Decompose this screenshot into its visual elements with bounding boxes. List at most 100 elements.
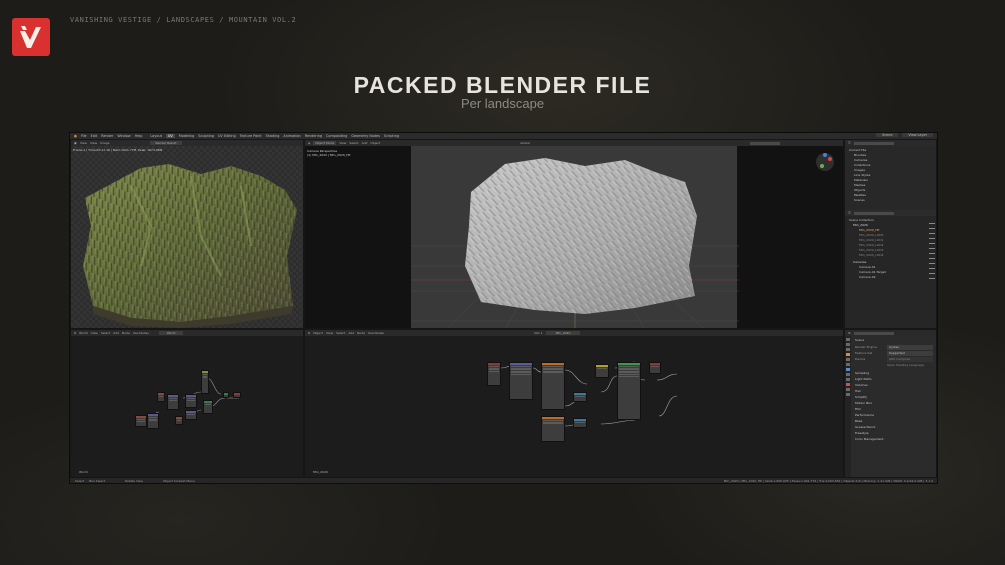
outliner-item[interactable]: Mtn_2020_LOD1 [859, 238, 883, 242]
data-item-images[interactable]: Images [854, 168, 865, 172]
data-item-scenes[interactable]: Scenes [854, 198, 865, 202]
material-node[interactable] [541, 416, 565, 442]
section-simplify[interactable]: Simplify [855, 395, 867, 400]
tab-geometry-nodes[interactable]: Geometry Nodes [351, 134, 380, 138]
world-node[interactable] [203, 400, 213, 414]
scene-collection-label[interactable]: Scene Collection [849, 218, 874, 222]
viewport-editor-type-icon[interactable]: ◈ [308, 141, 310, 145]
viewport-menu-add[interactable]: Add [362, 141, 368, 145]
node-editor-type-icon[interactable]: ⧉ [74, 331, 76, 335]
world-node[interactable] [223, 392, 229, 398]
section-grease-pencil[interactable]: Grease Pencil [855, 425, 875, 430]
world-menu-node[interactable]: Node [122, 331, 130, 335]
material-output-node[interactable] [649, 362, 661, 374]
outliner-view-icon[interactable]: ☰ [848, 211, 851, 215]
data-item-cameras[interactable]: Cameras [854, 158, 867, 162]
section-bake[interactable]: Bake [855, 419, 862, 424]
tab-sculpting[interactable]: Sculpting [198, 134, 214, 138]
material-menu-view[interactable]: View [326, 331, 333, 335]
section-motion-blur[interactable]: Motion Blur [855, 401, 872, 406]
image-menu-image[interactable]: Image [100, 141, 109, 145]
section-hair[interactable]: Hair [855, 389, 861, 394]
object-mode-selector[interactable]: Object Mode [313, 141, 337, 145]
outliner-type-icon[interactable]: ☰ [848, 141, 851, 145]
material-shader-type[interactable]: Object [313, 331, 323, 335]
material-editor-type-icon[interactable]: ⧉ [308, 331, 310, 335]
material-selector[interactable]: Mtn_2020 [545, 331, 581, 335]
outliner-search-field[interactable] [853, 141, 894, 145]
outliner-item[interactable]: Mtn_2020_LOD3 [859, 248, 883, 252]
world-shader-type[interactable]: World [79, 331, 88, 335]
world-node[interactable] [185, 410, 197, 420]
editor-type-icon[interactable]: ▣ [74, 141, 77, 145]
world-menu-add[interactable]: Add [113, 331, 119, 335]
data-item-palettes[interactable]: Palettes [854, 193, 866, 197]
viewport-menu-object[interactable]: Object [370, 141, 380, 145]
material-use-nodes-checkbox[interactable]: Use Nodes [368, 331, 384, 335]
data-item-materials[interactable]: Materials [854, 178, 868, 182]
properties-search-field[interactable] [853, 331, 894, 335]
outliner-item[interactable]: Mtn_2020_LOD0 [859, 233, 883, 237]
tab-shading[interactable]: Shading [266, 134, 280, 138]
tab-modeling[interactable]: Modeling [179, 134, 194, 138]
data-item-line-styles[interactable]: Line Styles [854, 173, 870, 177]
material-node[interactable] [487, 362, 501, 386]
material-node[interactable] [541, 362, 565, 410]
viewport-menu-select[interactable]: Select [349, 141, 358, 145]
scene-selector[interactable]: Scene [876, 133, 899, 137]
viewport-menu-view[interactable]: View [339, 141, 346, 145]
properties-type-icon[interactable]: ⚙ [848, 331, 851, 335]
section-sampling[interactable]: Sampling [855, 371, 869, 376]
world-menu-view[interactable]: View [91, 331, 98, 335]
data-item-brushes[interactable]: Brushes [854, 153, 866, 157]
outliner-item[interactable]: Camera.01.Target [859, 270, 886, 274]
material-node[interactable] [509, 362, 533, 400]
section-freestyle[interactable]: Freestyle [855, 431, 869, 436]
outliner-item[interactable]: Mtn_2020_LOD2 [859, 243, 883, 247]
viewport-shading-buttons[interactable] [749, 141, 780, 145]
visibility-eye-icons[interactable] [929, 223, 935, 281]
world-output-node[interactable] [233, 392, 241, 398]
world-selector[interactable]: World [158, 331, 184, 335]
tab-uv-editing[interactable]: UV Editing [218, 134, 236, 138]
material-menu-add[interactable]: Add [348, 331, 354, 335]
material-node[interactable] [617, 362, 641, 420]
view-layer-selector[interactable]: View Layer [902, 133, 933, 137]
outliner-item[interactable]: Camera.02 [859, 275, 876, 279]
tab-scripting[interactable]: Scripting [384, 134, 399, 138]
outliner-item[interactable]: Cameras [853, 260, 866, 264]
properties-tab-strip[interactable] [845, 336, 851, 477]
world-node[interactable] [157, 392, 165, 402]
navigation-gizmo[interactable] [815, 152, 835, 172]
material-slot-selector[interactable]: Slot 1 [534, 331, 543, 335]
tab-layout[interactable]: Layout [150, 134, 162, 138]
image-menu-view[interactable]: View [80, 141, 87, 145]
world-node[interactable] [185, 394, 197, 408]
tab-compositing[interactable]: Compositing [326, 134, 347, 138]
section-film[interactable]: Film [855, 407, 861, 412]
world-node[interactable] [201, 370, 209, 394]
section-light-paths[interactable]: Light Paths [855, 377, 872, 382]
outliner-item[interactable]: Mtn_2020 [853, 223, 868, 227]
section-volumes[interactable]: Volumes [855, 383, 868, 388]
tab-texture-paint[interactable]: Texture Paint [240, 134, 262, 138]
world-use-nodes-checkbox[interactable]: Use Nodes [133, 331, 149, 335]
material-node[interactable] [595, 364, 609, 378]
tab-animation[interactable]: Animation [283, 134, 300, 138]
section-performance[interactable]: Performance [855, 413, 874, 418]
menu-window[interactable]: Window [117, 134, 130, 138]
feature-set-select[interactable]: Supported [887, 351, 933, 356]
blender-logo-icon[interactable]: ● [74, 134, 77, 138]
render-engine-select[interactable]: Cycles [887, 345, 933, 350]
world-node[interactable] [135, 415, 147, 427]
data-item-meshes[interactable]: Meshes [854, 183, 865, 187]
osl-checkbox[interactable]: Open Shading Language [887, 363, 924, 368]
data-item-objects[interactable]: Objects [854, 188, 865, 192]
world-menu-select[interactable]: Select [101, 331, 110, 335]
material-menu-select[interactable]: Select [336, 331, 345, 335]
outliner-item[interactable]: Mtn_2020_LOD4 [859, 253, 883, 257]
world-node[interactable] [167, 394, 179, 410]
world-node[interactable] [147, 413, 159, 429]
outliner-item[interactable]: Mtn_2020_HP [859, 228, 879, 232]
transform-orientation[interactable]: Global [520, 141, 530, 145]
